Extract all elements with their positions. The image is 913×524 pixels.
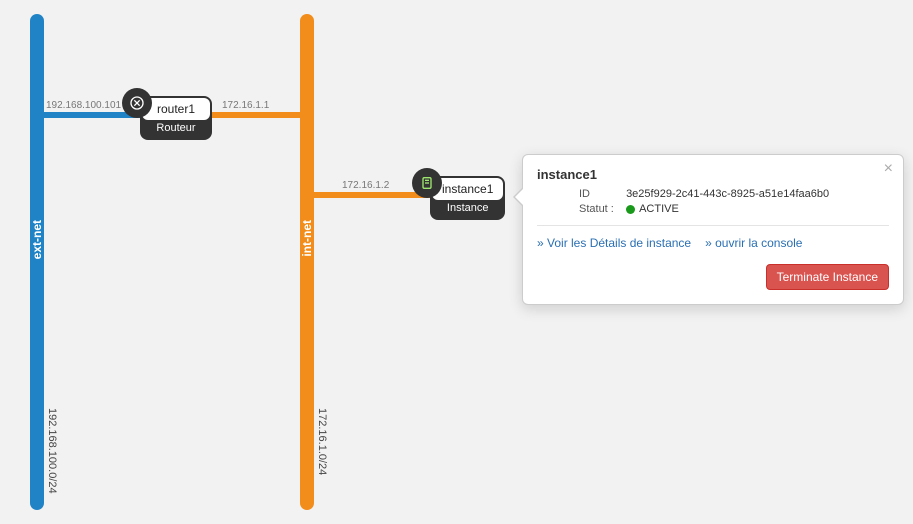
node-instance-title: instance1 xyxy=(432,178,503,200)
cidr-label-int: 172.16.1.0/24 xyxy=(316,408,328,475)
node-router-type: Routeur xyxy=(142,122,210,134)
link-router-to-intnet xyxy=(208,112,300,118)
ip-label-router-int: 172.16.1.1 xyxy=(222,100,269,111)
status-dot-icon xyxy=(626,205,635,214)
network-label-ext: ext-net xyxy=(30,220,44,259)
network-topology-canvas: ext-net 192.168.100.0/24 int-net 172.16.… xyxy=(0,0,913,524)
router-icon xyxy=(122,88,152,118)
ip-label-instance-int: 172.16.1.2 xyxy=(342,180,389,191)
popover-id-value: 3e25f929-2c41-443c-8925-a51e14faa6b0 xyxy=(626,188,829,200)
terminate-instance-button[interactable]: Terminate Instance xyxy=(766,264,889,290)
popover-id-label: ID xyxy=(579,188,623,200)
link-open-console[interactable]: » ouvrir la console xyxy=(705,236,802,250)
ip-label-router-ext: 192.168.100.101 xyxy=(46,100,121,111)
popover-status-value: ACTIVE xyxy=(639,203,679,215)
popover-divider xyxy=(537,225,889,226)
node-instance[interactable]: instance1 Instance xyxy=(430,176,505,220)
popover-title: instance1 xyxy=(537,167,889,182)
link-instance-to-intnet xyxy=(314,192,430,198)
network-bar-int[interactable] xyxy=(300,14,314,510)
node-instance-type: Instance xyxy=(432,202,503,214)
popover-status-label: Statut : xyxy=(579,203,623,215)
network-bar-ext[interactable] xyxy=(30,14,44,510)
close-icon[interactable]: × xyxy=(884,161,893,177)
server-icon xyxy=(412,168,442,198)
link-view-details[interactable]: » Voir les Détails de instance xyxy=(537,236,691,250)
cidr-label-ext: 192.168.100.0/24 xyxy=(46,408,58,494)
network-label-int: int-net xyxy=(300,220,314,257)
node-router-title: router1 xyxy=(142,98,210,120)
instance-popover: × instance1 ID 3e25f929-2c41-443c-8925-a… xyxy=(522,154,904,305)
node-router[interactable]: router1 Routeur xyxy=(140,96,212,140)
